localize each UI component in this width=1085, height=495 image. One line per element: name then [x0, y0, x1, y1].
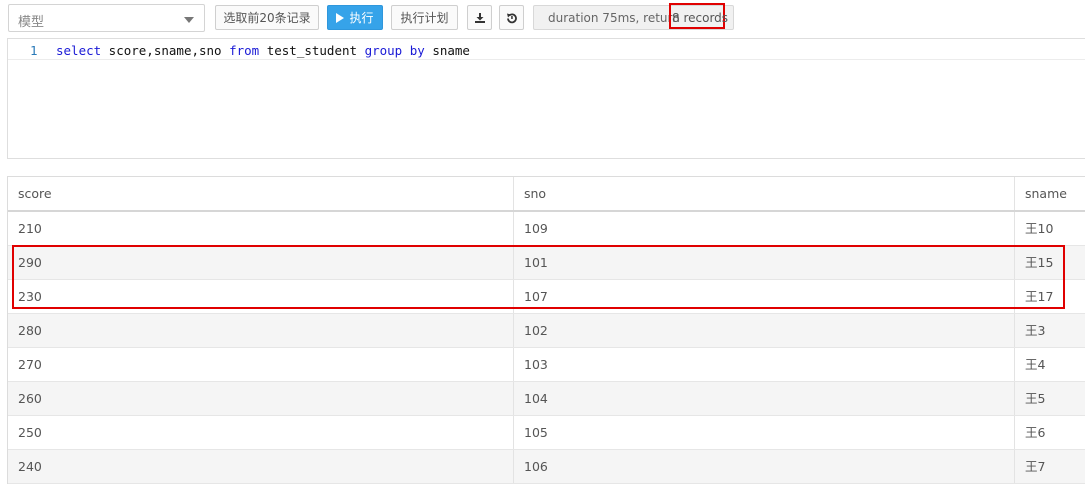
sql-keyword: from: [229, 43, 260, 58]
table-cell-sname: 王7: [1014, 450, 1085, 483]
table-row[interactable]: 270 103 王4: [8, 348, 1085, 382]
column-header-sno[interactable]: sno: [513, 177, 1014, 210]
results-table: score sno sname 210 109 王10 290 101 王15 230 107…: [7, 176, 1085, 484]
execute-button[interactable]: 执行: [327, 5, 383, 30]
table-cell-sname: 王4: [1014, 348, 1085, 381]
column-header-sname[interactable]: sname: [1014, 177, 1085, 210]
execution-plan-label: 执行计划: [400, 11, 449, 25]
line-number: 1: [30, 43, 38, 58]
download-button[interactable]: [467, 5, 492, 30]
query-status: duration 75ms, return 8 records: [533, 3, 734, 30]
table-row[interactable]: 210 109 王10: [8, 212, 1085, 246]
chevron-down-icon: [184, 17, 194, 23]
table-row[interactable]: 290 101 王15: [8, 246, 1085, 280]
table-cell-sno: 103: [513, 348, 1014, 381]
sql-keyword: by: [409, 43, 425, 58]
table-row[interactable]: 230 107 王17: [8, 280, 1085, 314]
undo-icon: [506, 12, 517, 23]
sql-keyword: select: [56, 43, 102, 58]
status-records-highlight: 8 records: [669, 3, 728, 29]
table-cell-sname: 王15: [1014, 246, 1085, 279]
table-cell-sno: 104: [513, 382, 1014, 415]
sql-editor[interactable]: 1 select score,sname,sno from test_stude…: [7, 38, 1085, 159]
model-select-value: 模型: [18, 15, 45, 30]
download-icon: [474, 12, 485, 23]
execution-plan-button[interactable]: 执行计划: [391, 5, 458, 30]
table-cell-sname: 王17: [1014, 280, 1085, 313]
table-cell-sno: 105: [513, 416, 1014, 449]
table-cell-score: 240: [18, 459, 42, 474]
table-cell-score: 210: [18, 221, 42, 236]
select-top20-button[interactable]: 选取前20条记录: [215, 5, 319, 30]
status-duration: duration 75ms, return: [548, 11, 680, 25]
table-row[interactable]: 260 104 王5: [8, 382, 1085, 416]
execute-label: 执行: [349, 11, 374, 25]
table-cell-score: 250: [18, 425, 42, 440]
toolbar: 模型 选取前20条记录 执行 执行计划 duration 75ms, retur…: [0, 0, 1085, 38]
table-cell-score: 260: [18, 391, 42, 406]
table-cell-sname: 王6: [1014, 416, 1085, 449]
table-cell-sno: 107: [513, 280, 1014, 313]
table-cell-sname: 王10: [1014, 212, 1085, 245]
table-cell-sname: 王5: [1014, 382, 1085, 415]
table-cell-score: 290: [18, 255, 42, 270]
sql-text: score,sname,sno: [101, 43, 230, 58]
table-row[interactable]: 280 102 王3: [8, 314, 1085, 348]
play-icon: [336, 12, 345, 23]
table-row[interactable]: 240 106 王7: [8, 450, 1085, 484]
table-cell-sno: 106: [513, 450, 1014, 483]
table-cell-sno: 102: [513, 314, 1014, 347]
reset-button[interactable]: [499, 5, 524, 30]
sql-code[interactable]: select score,sname,sno from test_student…: [56, 42, 470, 59]
table-cell-score: 270: [18, 357, 42, 372]
table-cell-sname: 王3: [1014, 314, 1085, 347]
select-top20-label: 选取前20条记录: [223, 11, 311, 25]
column-header-score[interactable]: score: [8, 177, 513, 210]
sql-keyword: group: [364, 43, 403, 58]
table-cell-score: 230: [18, 289, 42, 304]
sql-text: sname: [424, 43, 470, 58]
table-row[interactable]: 250 105 王6: [8, 416, 1085, 450]
table-cell-sno: 109: [513, 212, 1014, 245]
table-cell-score: 280: [18, 323, 42, 338]
table-header: score sno sname: [8, 177, 1085, 212]
sql-text: test_student: [259, 43, 365, 58]
table-cell-sno: 101: [513, 246, 1014, 279]
model-select[interactable]: 模型: [8, 4, 205, 32]
editor-line[interactable]: 1 select score,sname,sno from test_stude…: [8, 42, 1085, 60]
